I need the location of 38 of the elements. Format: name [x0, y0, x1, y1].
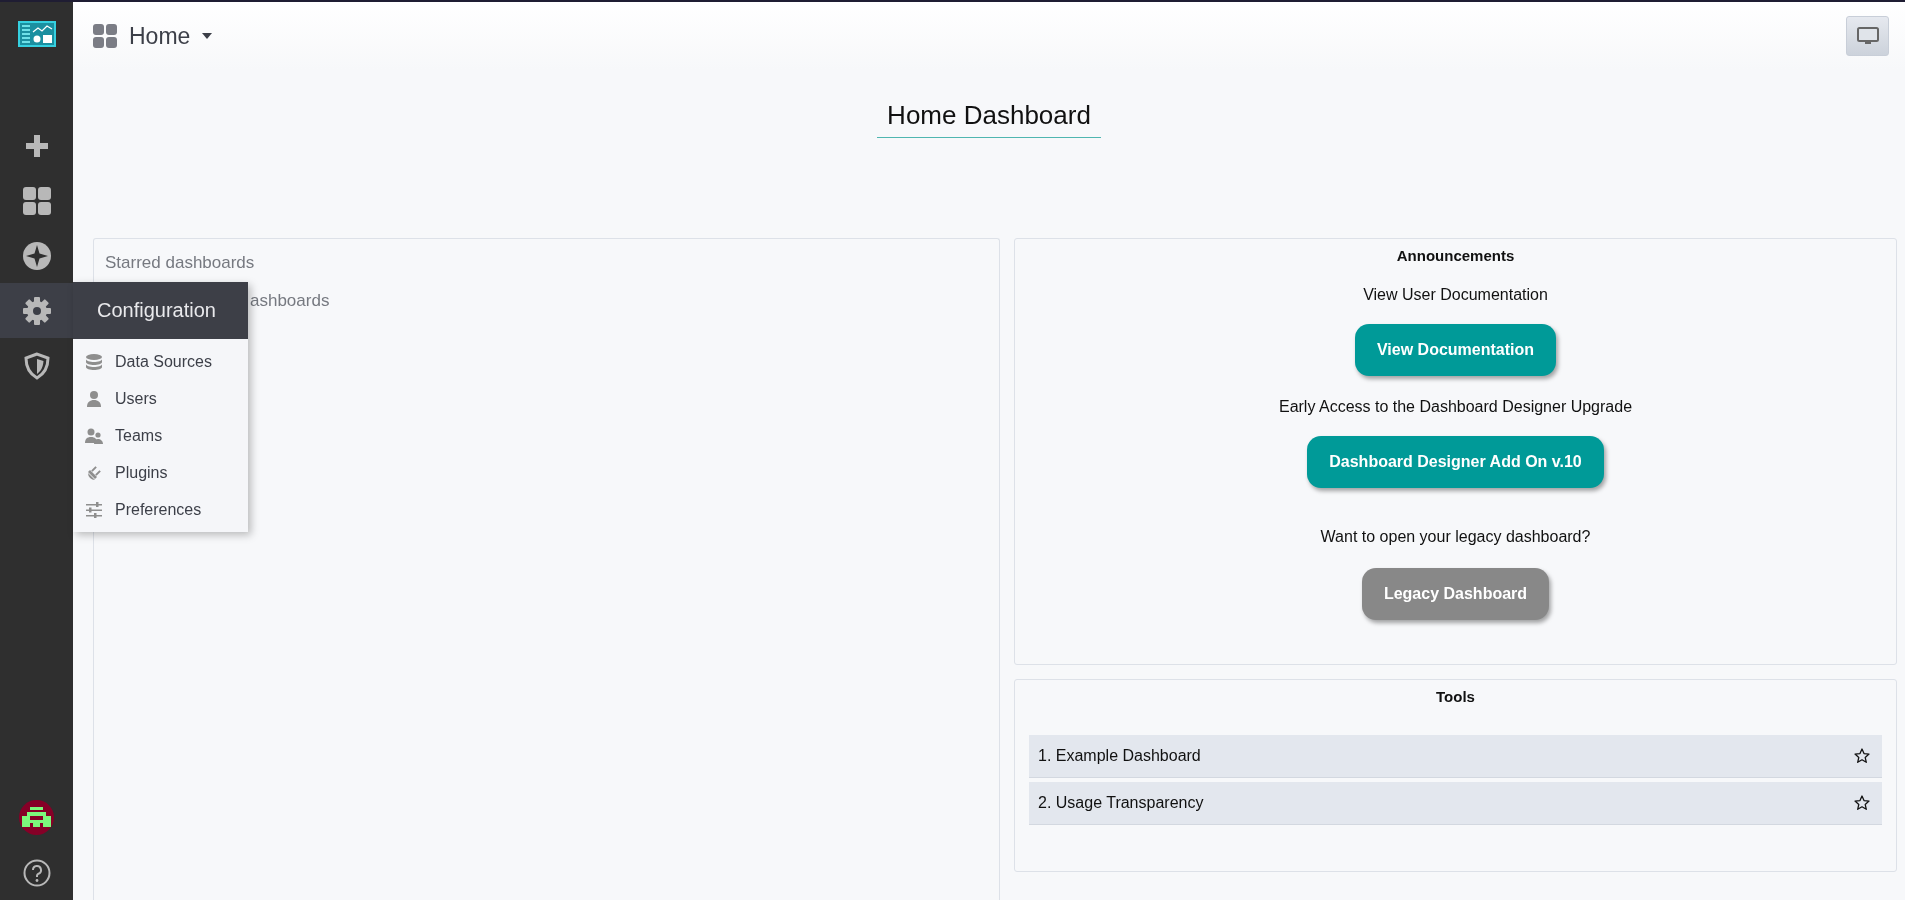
section-heading: Starred dashboards — [105, 253, 255, 273]
announcement-button[interactable]: Legacy Dashboard — [1361, 568, 1550, 620]
plug-icon — [85, 463, 103, 482]
section-heading: ashboards — [250, 291, 330, 311]
grid-icon — [22, 186, 51, 215]
page-title: Home Dashboard — [877, 100, 1101, 138]
user-icon — [85, 389, 103, 408]
menu-item[interactable]: Plugins — [73, 454, 248, 491]
settings-icon — [22, 296, 51, 325]
dashboard-link[interactable]: 1. Example Dashboard — [1029, 735, 1882, 778]
team-icon — [85, 426, 103, 445]
database-icon — [85, 352, 103, 371]
caret-icon — [202, 33, 213, 39]
monitor-icon — [1856, 27, 1879, 45]
avatar-icon — [19, 800, 54, 835]
sliders-icon — [85, 500, 103, 519]
shield-icon — [23, 351, 50, 380]
help-icon — [22, 858, 51, 887]
menu-item[interactable]: Teams — [73, 417, 248, 454]
sidebar-item[interactable] — [0, 283, 73, 338]
menu-header: Configuration — [73, 282, 248, 339]
compass-icon — [22, 241, 51, 270]
dashboard-picker[interactable]: Home — [93, 22, 213, 50]
menu-item[interactable]: Users — [73, 380, 248, 417]
grid-icon — [93, 24, 117, 48]
panel-title: Tools — [1436, 688, 1475, 705]
announcement-text: View User Documentation — [1363, 286, 1548, 304]
announcement-text: Early Access to the Dashboard Designer Upgrade — [1278, 398, 1633, 416]
dashboard-title: Home — [129, 22, 191, 50]
panel-title: Announcements — [1396, 247, 1515, 264]
tv-mode-button[interactable] — [1846, 16, 1889, 56]
menu-item[interactable]: Preferences — [73, 491, 248, 528]
plus-icon — [25, 134, 48, 157]
announcement-text: Want to open your legacy dashboard? — [1320, 528, 1591, 546]
menu-item[interactable]: Data Sources — [73, 343, 248, 380]
star-icon[interactable] — [1854, 795, 1870, 811]
star-icon[interactable] — [1854, 748, 1870, 764]
dashboard-link[interactable]: 2. Usage Transparency — [1029, 782, 1882, 825]
